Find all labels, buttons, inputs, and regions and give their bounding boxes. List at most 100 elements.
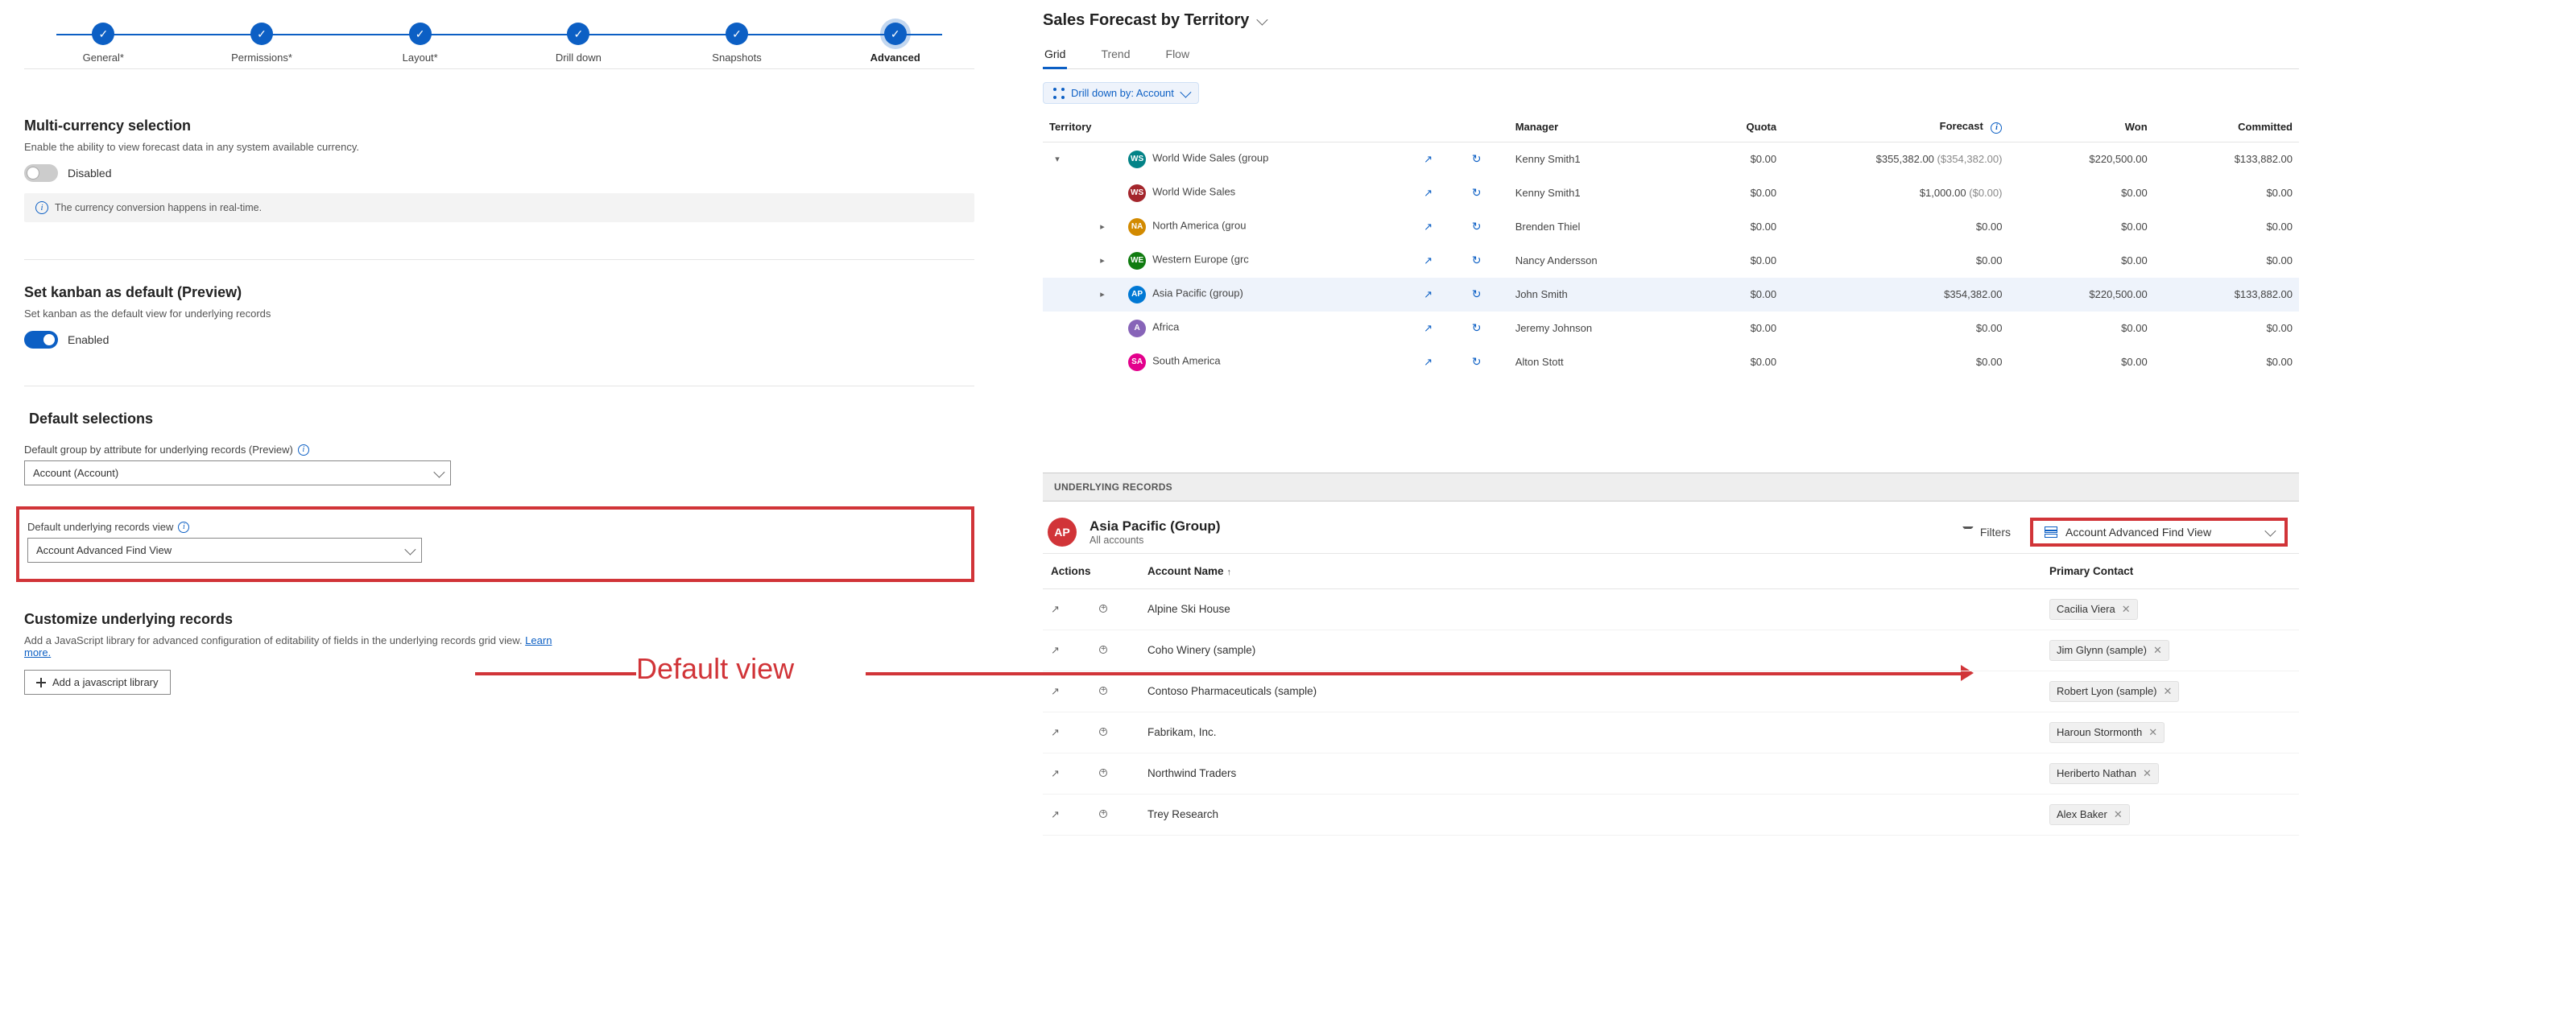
forecast-title-row[interactable]: Sales Forecast by Territory — [1043, 11, 2299, 30]
territory-name: Western Europe (grc — [1152, 253, 1249, 265]
remove-icon[interactable]: ✕ — [2148, 726, 2157, 739]
step-label: Advanced — [816, 52, 974, 64]
table-row[interactable]: ▾WSWorld Wide Sales (groupKenny Smith1$0… — [1043, 142, 2299, 176]
history-icon[interactable] — [1469, 219, 1485, 235]
multi-currency-toggle[interactable] — [24, 164, 58, 182]
underlying-header: AP Asia Pacific (Group) All accounts Fil… — [1043, 502, 2299, 553]
table-row[interactable]: Coho Winery (sample)Jim Glynn (sample) ✕ — [1043, 630, 2299, 671]
contact-chip[interactable]: Heriberto Nathan ✕ — [2049, 763, 2159, 784]
remove-icon[interactable]: ✕ — [2114, 808, 2123, 821]
table-row[interactable]: Fabrikam, Inc.Haroun Stormonth ✕ — [1043, 712, 2299, 753]
table-row[interactable]: WSWorld Wide SalesKenny Smith1$0.00$1,00… — [1043, 176, 2299, 210]
section-title: Multi-currency selection — [24, 118, 974, 134]
step-layout[interactable]: ✓ Layout* — [341, 16, 499, 64]
table-row[interactable]: SASouth AmericaAlton Stott$0.00$0.00$0.0… — [1043, 345, 2299, 379]
open-record-icon[interactable] — [1420, 151, 1437, 167]
kanban-toggle[interactable] — [24, 331, 58, 349]
committed-cell: $0.00 — [2154, 345, 2299, 379]
section-desc: Add a JavaScript library for advanced co… — [24, 634, 556, 658]
open-record-icon[interactable] — [1051, 767, 1060, 779]
history-icon[interactable] — [1469, 185, 1485, 201]
history-icon[interactable] — [1469, 287, 1485, 303]
select-value: Account (Account) — [33, 467, 118, 479]
info-icon[interactable]: i — [1991, 122, 2002, 134]
tab-flow[interactable]: Flow — [1164, 41, 1192, 68]
contact-chip[interactable]: Haroun Stormonth ✕ — [2049, 722, 2165, 743]
history-icon[interactable] — [1469, 320, 1485, 336]
info-icon[interactable]: i — [178, 522, 189, 533]
col-won[interactable]: Won — [2008, 112, 2153, 142]
table-row[interactable]: Contoso Pharmaceuticals (sample)Robert L… — [1043, 671, 2299, 712]
drill-down-pill[interactable]: Drill down by: Account — [1043, 82, 1199, 104]
table-row[interactable]: Northwind TradersHeriberto Nathan ✕ — [1043, 753, 2299, 794]
col-forecast[interactable]: Forecast i — [1783, 112, 2008, 142]
filters-button[interactable]: Filters — [1956, 522, 2017, 542]
remove-icon[interactable]: ✕ — [2143, 767, 2152, 780]
manager-cell: Jeremy Johnson — [1509, 312, 1670, 345]
history-icon[interactable] — [1469, 354, 1485, 370]
step-general[interactable]: ✓ General* — [24, 16, 183, 64]
add-js-library-button[interactable]: Add a javascript library — [24, 670, 171, 695]
col-manager[interactable]: Manager — [1509, 112, 1670, 142]
open-record-icon[interactable] — [1420, 185, 1437, 201]
table-row[interactable]: Alpine Ski HouseCacilia Viera ✕ — [1043, 588, 2299, 630]
view-picker[interactable]: Account Advanced Find View — [2030, 518, 2288, 547]
default-view-select[interactable]: Account Advanced Find View — [27, 538, 422, 563]
add-icon[interactable] — [1099, 646, 1107, 654]
config-stepper: ✓ General* ✓ Permissions* ✓ Layout* ✓ Dr… — [24, 16, 974, 69]
add-icon[interactable] — [1099, 605, 1107, 613]
remove-icon[interactable]: ✕ — [2153, 644, 2162, 657]
open-record-icon[interactable] — [1420, 253, 1437, 269]
add-icon[interactable] — [1099, 810, 1107, 818]
section-default-selections: Default selections Default group by attr… — [24, 411, 974, 582]
add-icon[interactable] — [1099, 769, 1107, 777]
table-row[interactable]: ▸WEWestern Europe (grcNancy Andersson$0.… — [1043, 244, 2299, 278]
quota-cell: $0.00 — [1670, 312, 1783, 345]
col-committed[interactable]: Committed — [2154, 112, 2299, 142]
tab-grid[interactable]: Grid — [1043, 41, 1067, 68]
open-record-icon[interactable] — [1051, 808, 1060, 820]
col-territory[interactable]: Territory — [1043, 112, 1412, 142]
quota-cell: $0.00 — [1670, 142, 1783, 176]
page-title: Sales Forecast by Territory — [1043, 11, 1249, 30]
expand-icon[interactable]: ▸ — [1096, 288, 1109, 301]
history-icon[interactable] — [1469, 151, 1485, 167]
step-drilldown[interactable]: ✓ Drill down — [499, 16, 658, 64]
open-record-icon[interactable] — [1051, 644, 1060, 656]
add-icon[interactable] — [1099, 687, 1107, 695]
remove-icon[interactable]: ✕ — [2122, 603, 2131, 616]
info-icon[interactable]: i — [298, 444, 309, 456]
manager-cell: Kenny Smith1 — [1509, 176, 1670, 210]
expand-icon[interactable]: ▸ — [1096, 254, 1109, 267]
table-row[interactable]: AAfricaJeremy Johnson$0.00$0.00$0.00$0.0… — [1043, 312, 2299, 345]
contact-chip[interactable]: Jim Glynn (sample) ✕ — [2049, 640, 2169, 661]
step-snapshots[interactable]: ✓ Snapshots — [658, 16, 817, 64]
table-row[interactable]: ▸NANorth America (grouBrenden Thiel$0.00… — [1043, 210, 2299, 244]
remove-icon[interactable]: ✕ — [2164, 685, 2173, 698]
step-permissions[interactable]: ✓ Permissions* — [183, 16, 341, 64]
add-icon[interactable] — [1099, 728, 1107, 736]
open-record-icon[interactable] — [1420, 219, 1437, 235]
chevron-down-icon — [2264, 525, 2276, 536]
tab-trend[interactable]: Trend — [1099, 41, 1131, 68]
col-contact[interactable]: Primary Contact — [2041, 553, 2299, 588]
step-advanced[interactable]: ✓ Advanced — [816, 16, 974, 64]
contact-chip[interactable]: Robert Lyon (sample) ✕ — [2049, 681, 2179, 702]
group-by-select[interactable]: Account (Account) — [24, 460, 451, 485]
open-record-icon[interactable] — [1420, 287, 1437, 303]
table-row[interactable]: Trey ResearchAlex Baker ✕ — [1043, 794, 2299, 835]
history-icon[interactable] — [1469, 253, 1485, 269]
expand-icon[interactable]: ▸ — [1096, 221, 1109, 233]
open-record-icon[interactable] — [1051, 685, 1060, 697]
open-record-icon[interactable] — [1051, 603, 1060, 615]
collapse-icon[interactable]: ▾ — [1051, 153, 1064, 166]
contact-chip[interactable]: Alex Baker ✕ — [2049, 804, 2130, 825]
contact-chip[interactable]: Cacilia Viera ✕ — [2049, 599, 2138, 620]
table-row[interactable]: ▸APAsia Pacific (group)John Smith$0.00$3… — [1043, 278, 2299, 312]
avatar: AP — [1128, 286, 1146, 303]
col-quota[interactable]: Quota — [1670, 112, 1783, 142]
col-account[interactable]: Account Name↑ — [1139, 553, 2041, 588]
open-record-icon[interactable] — [1420, 354, 1437, 370]
open-record-icon[interactable] — [1420, 320, 1437, 336]
open-record-icon[interactable] — [1051, 726, 1060, 738]
